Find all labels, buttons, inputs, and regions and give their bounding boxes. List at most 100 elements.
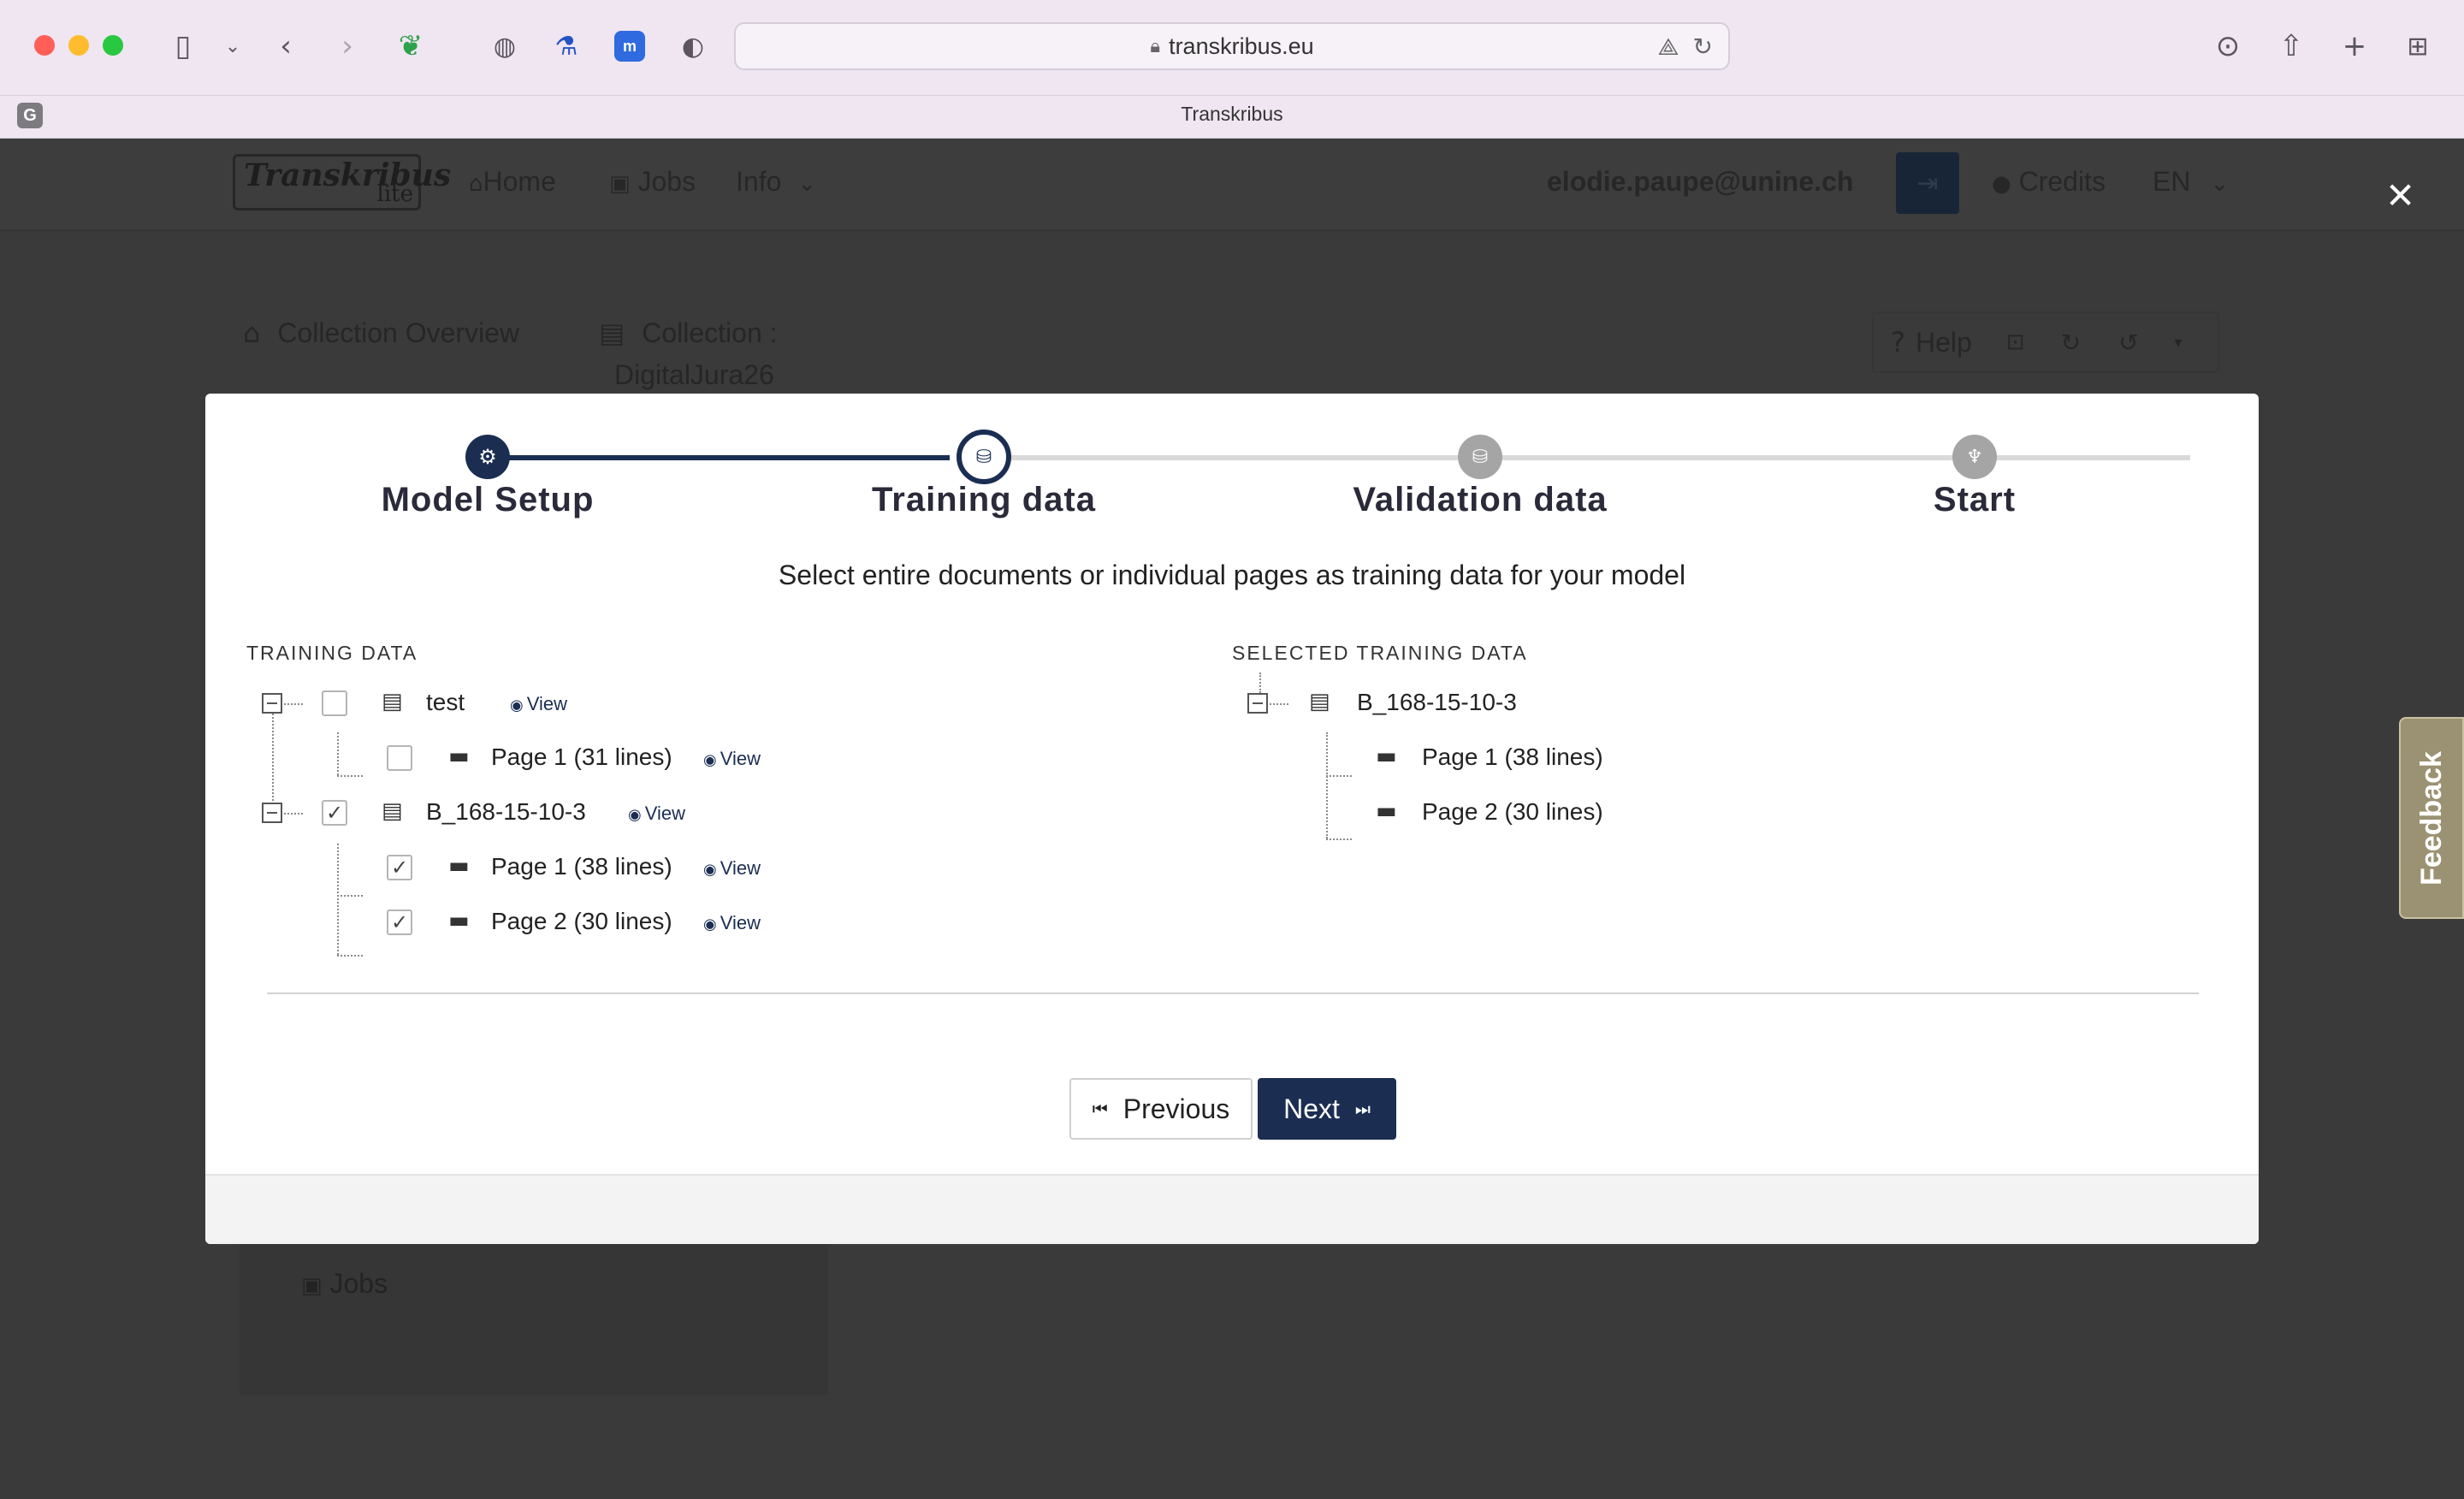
selected-doc-name[interactable]: B_168-15-10-3: [1357, 689, 1517, 716]
view-link-b168-page-2[interactable]: ◉ View: [703, 912, 761, 934]
nav-jobs[interactable]: ▣ Jobs: [609, 166, 696, 198]
close-icon[interactable]: ✕: [2385, 178, 2415, 214]
chevron-down-icon[interactable]: ⌄: [214, 27, 252, 65]
step-training-data-dot[interactable]: ⛁: [957, 430, 1011, 484]
lock-icon: 🔒︎: [1150, 35, 1161, 57]
logout-button[interactable]: ⇥: [1896, 152, 1959, 214]
tree-connector: [284, 813, 303, 815]
sidebar-item-jobs[interactable]: ▣ Jobs: [301, 1268, 388, 1300]
collapse-toggle-test[interactable]: [262, 693, 282, 714]
feedback-label: Feedback: [2414, 750, 2448, 886]
tree-connector: [1259, 672, 1261, 693]
view-link-test-page-1[interactable]: ◉ View: [703, 748, 761, 770]
page-icon: ▬: [448, 908, 470, 933]
sidebar-panel: [240, 1232, 828, 1395]
step-label-validation-data[interactable]: Validation data: [1309, 481, 1651, 519]
next-button[interactable]: Next ⏭: [1258, 1078, 1396, 1140]
share-icon[interactable]: ⇧: [2272, 27, 2310, 65]
address-bar[interactable]: 🔒︎ transkribus.eu ⟁ ↻: [734, 22, 1730, 70]
tree-connector: [1326, 775, 1352, 777]
feedback-tab[interactable]: Feedback: [2399, 717, 2464, 919]
tree-connector: [337, 775, 363, 777]
selected-page-2[interactable]: Page 2 (30 lines): [1422, 798, 1603, 826]
nav-user[interactable]: elodie.paupe@unine.ch: [1547, 166, 1853, 198]
documents-icon: ▤: [1309, 689, 1330, 714]
brand-logo[interactable]: Transkribus lite: [233, 154, 451, 210]
step-label-training-data[interactable]: Training data: [813, 481, 1155, 519]
step-label-start[interactable]: Start: [1804, 481, 2146, 519]
page-icon: ▬: [1376, 798, 1397, 824]
eye-icon: ◉: [703, 915, 717, 933]
collapse-toggle-selected-b168[interactable]: [1247, 693, 1268, 714]
download-icon[interactable]: ⊙: [2209, 27, 2247, 65]
search-doc-icon[interactable]: ⊡: [2006, 329, 2025, 355]
page-icon: ▬: [448, 853, 470, 879]
nav-info[interactable]: Info ⌄: [736, 166, 816, 198]
close-window-button[interactable]: [34, 35, 55, 56]
back-icon[interactable]: ‹: [267, 27, 305, 65]
shield-icon[interactable]: ◐: [674, 27, 712, 65]
flask-icon[interactable]: ⚗: [548, 27, 585, 65]
zoom-window-button[interactable]: [103, 35, 123, 56]
step-model-setup-dot[interactable]: ⚙: [465, 435, 510, 479]
view-link-b168-page-1[interactable]: ◉ View: [703, 857, 761, 880]
previous-button[interactable]: ⏮ Previous: [1069, 1078, 1253, 1140]
skip-forward-icon: ⏭: [1354, 1099, 1371, 1119]
gears-icon: ⚙: [478, 445, 497, 469]
forward-icon[interactable]: ›: [329, 27, 366, 65]
training-wizard-modal: ⚙ ⛁ ⛁ ♆ Model Setup Training data Valida…: [205, 394, 2259, 1244]
doc-name-test[interactable]: test: [426, 689, 465, 716]
page-name-b168-1[interactable]: Page 1 (38 lines): [491, 853, 672, 880]
step-label-model-setup[interactable]: Model Setup: [317, 481, 659, 519]
progress-line-done: [488, 455, 950, 460]
collection-name[interactable]: DigitalJura26: [614, 359, 774, 391]
nav-language[interactable]: EN ⌄: [2153, 166, 2229, 198]
collapse-toggle-b168[interactable]: [262, 803, 282, 823]
checkbox-page-b168-1[interactable]: ✓: [387, 855, 412, 880]
eye-icon: ◉: [703, 861, 717, 879]
page-name-b168-2[interactable]: Page 2 (30 lines): [491, 908, 672, 935]
brand-name: Transkribus: [244, 157, 452, 193]
view-link-b168[interactable]: ◉ View: [628, 803, 685, 825]
selected-page-1[interactable]: Page 1 (38 lines): [1422, 744, 1603, 771]
nav-home[interactable]: ⌂Home: [469, 166, 556, 198]
tab-title[interactable]: Transkribus: [0, 103, 2464, 126]
breadcrumb-overview[interactable]: ⌂ Collection Overview: [243, 317, 519, 349]
globe-icon[interactable]: ◍: [486, 27, 524, 65]
nav-credits[interactable]: ● Credits: [1992, 166, 2106, 198]
progress-line-todo: [1001, 455, 2190, 460]
eye-icon: ◉: [628, 806, 642, 824]
breadcrumb-collection[interactable]: ▤ Collection :: [599, 317, 778, 349]
page-name-test-1[interactable]: Page 1 (31 lines): [491, 744, 672, 771]
tree-connector: [337, 895, 363, 897]
extension-icon[interactable]: m: [611, 27, 649, 65]
instruction-text: Select entire documents or individual pa…: [778, 560, 1686, 590]
evernote-icon[interactable]: ❦: [392, 27, 429, 65]
checkbox-doc-b168[interactable]: ✓: [322, 800, 347, 826]
help-button[interactable]: Help: [1916, 327, 1972, 358]
history-icon[interactable]: ↺: [2118, 329, 2138, 357]
view-link-test[interactable]: ◉ View: [510, 693, 567, 715]
logout-icon: ⇥: [1916, 168, 1939, 198]
tree-connector: [337, 732, 339, 775]
checkbox-page-b168-2[interactable]: ✓: [387, 909, 412, 935]
caret-down-icon[interactable]: ▾: [2175, 334, 2183, 352]
translate-icon[interactable]: ⟁: [1658, 33, 1679, 62]
step-validation-data-dot[interactable]: ⛁: [1458, 435, 1502, 479]
tree-connector: [1326, 732, 1328, 838]
new-tab-icon[interactable]: +: [2336, 27, 2373, 65]
credits-icon: ●: [1992, 171, 2011, 197]
checkbox-page-test-1[interactable]: [387, 745, 412, 771]
tab-overview-icon[interactable]: ⊞: [2399, 27, 2437, 65]
minimize-window-button[interactable]: [68, 35, 89, 56]
documents-icon: ▤: [382, 689, 403, 714]
training-data-title: TRAINING DATA: [246, 642, 418, 664]
tree-connector: [272, 703, 274, 815]
page-icon: ▬: [448, 744, 470, 769]
refresh-icon[interactable]: ↻: [2061, 329, 2081, 357]
reload-icon[interactable]: ↻: [1693, 33, 1713, 62]
checkbox-doc-test[interactable]: [322, 690, 347, 716]
doc-name-b168[interactable]: B_168-15-10-3: [426, 798, 586, 826]
step-start-dot[interactable]: ♆: [1952, 435, 1997, 479]
sidebar-icon[interactable]: ▯: [164, 27, 202, 65]
